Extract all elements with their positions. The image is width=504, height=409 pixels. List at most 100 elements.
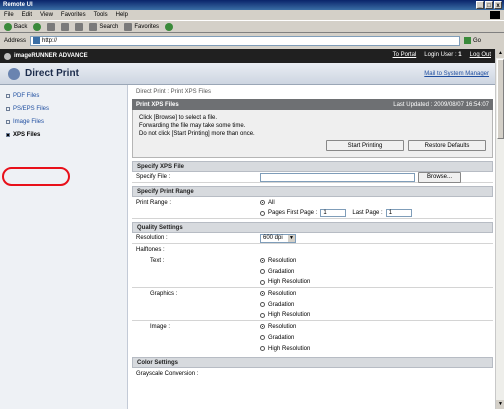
graphics-row: Graphics : Resolution xyxy=(132,288,493,299)
menu-help[interactable]: Help xyxy=(116,12,128,18)
page-title: Direct Print xyxy=(25,68,79,79)
image-row: Image : Resolution xyxy=(132,321,493,332)
first-page-input[interactable]: 1 xyxy=(320,209,347,217)
sidebar-item-pdf[interactable]: PDF Files xyxy=(0,89,127,102)
stop-icon xyxy=(47,22,56,31)
quality-settings-header: Quality Settings xyxy=(132,222,493,233)
close-button[interactable]: x xyxy=(494,1,502,9)
text-label: Text : xyxy=(150,257,165,264)
chevron-down-icon: ▼ xyxy=(288,234,295,242)
favorites-button[interactable]: Favorites xyxy=(124,22,159,31)
maximize-button[interactable]: □ xyxy=(485,1,493,9)
radio-selected-icon xyxy=(260,200,265,205)
specify-file-header: Specify XPS File xyxy=(132,161,493,172)
scroll-down-icon[interactable]: ▼ xyxy=(496,400,504,409)
print-range-all-row: Print Range : All xyxy=(132,197,493,208)
print-box-title: Print XPS Files xyxy=(136,101,179,108)
last-page-label: Last Page : xyxy=(352,210,383,216)
sidebar-item-xps[interactable]: XPS Files xyxy=(0,128,127,141)
print-box-header: Print XPS Files Last Updated : 2009/08/0… xyxy=(132,99,493,110)
radio-icon xyxy=(260,335,265,340)
logout-link[interactable]: Log Out xyxy=(470,52,491,58)
image-high-resolution-radio[interactable]: High Resolution xyxy=(260,346,310,352)
address-bar: Address http:// Go xyxy=(0,34,504,47)
menu-favorites[interactable]: Favorites xyxy=(61,12,86,18)
image-gradation-row: Gradation xyxy=(132,332,493,343)
breadcrumb: Direct Print : Print XPS Files xyxy=(136,89,212,95)
last-page-input[interactable]: 1 xyxy=(385,209,412,217)
mail-to-system-manager-link[interactable]: Mail to System Manager xyxy=(424,71,489,77)
action-buttons: Start Printing Restore Defaults xyxy=(139,140,486,153)
graphics-highres-row: High Resolution xyxy=(132,310,493,321)
graphics-gradation-row: Gradation xyxy=(132,299,493,310)
portal-topbar: imageRUNNER ADVANCE To Portal Login User… xyxy=(0,49,495,63)
graphics-high-resolution-radio[interactable]: High Resolution xyxy=(260,312,310,318)
stop-button[interactable] xyxy=(47,22,56,31)
forward-button[interactable] xyxy=(33,22,42,31)
restore-defaults-button[interactable]: Restore Defaults xyxy=(408,140,486,151)
home-icon xyxy=(75,22,84,31)
vertical-scrollbar[interactable]: ▲ ▼ xyxy=(495,49,504,409)
sidebar-item-ps-eps[interactable]: PS/EPS Files xyxy=(0,102,127,115)
radio-selected-icon xyxy=(260,324,265,329)
text-high-resolution-radio[interactable]: High Resolution xyxy=(260,279,310,285)
radio-icon xyxy=(260,279,265,285)
print-range-all-radio[interactable]: All xyxy=(260,200,275,206)
search-button[interactable]: Search xyxy=(89,22,118,31)
grayscale-label: Grayscale Conversion : xyxy=(136,370,199,377)
refresh-icon xyxy=(61,22,70,31)
image-resolution-radio[interactable]: Resolution xyxy=(260,324,296,330)
history-button[interactable] xyxy=(165,22,174,31)
window-titlebar: Remote UI _ □ x xyxy=(0,0,504,10)
print-range-header: Specify Print Range xyxy=(132,186,493,197)
go-button[interactable]: Go xyxy=(464,37,481,44)
browser-toolbar: Back Search Favorites xyxy=(0,20,504,33)
halftones-row: Halftones : xyxy=(132,244,493,255)
menu-file[interactable]: File xyxy=(4,12,14,18)
menu-view[interactable]: View xyxy=(40,12,53,18)
menu-tools[interactable]: Tools xyxy=(94,12,108,18)
file-path-input[interactable] xyxy=(260,172,415,182)
brand-logo: imageRUNNER ADVANCE xyxy=(4,52,88,60)
graphics-resolution-radio[interactable]: Resolution xyxy=(260,291,296,297)
start-printing-button[interactable]: Start Printing xyxy=(326,140,404,151)
window-title: Remote UI xyxy=(3,2,33,8)
sidebar: PDF Files PS/EPS Files Image Files XPS F… xyxy=(0,85,128,409)
print-range-pages-radio[interactable]: Pages First Page : xyxy=(260,210,317,216)
bullet-icon xyxy=(6,106,10,111)
image-highres-row: High Resolution xyxy=(132,343,493,354)
menubar: File Edit View Favorites Tools Help xyxy=(0,10,504,20)
scroll-up-icon[interactable]: ▲ xyxy=(496,49,504,58)
go-arrow-icon xyxy=(464,37,472,44)
page-viewport: imageRUNNER ADVANCE To Portal Login User… xyxy=(0,49,504,409)
color-settings-header: Color Settings xyxy=(132,357,493,368)
back-button[interactable]: Back xyxy=(4,22,27,31)
address-label: Address xyxy=(4,37,27,44)
specify-file-label: Specify File : xyxy=(136,174,171,180)
home-button[interactable] xyxy=(75,22,84,31)
text-gradation-radio[interactable]: Gradation xyxy=(260,269,294,275)
text-gradation-row: Gradation xyxy=(132,266,493,277)
refresh-button[interactable] xyxy=(61,22,70,31)
radio-icon xyxy=(260,346,265,351)
image-gradation-radio[interactable]: Gradation xyxy=(260,335,294,341)
text-resolution-radio[interactable]: Resolution xyxy=(260,258,296,264)
address-input[interactable]: http:// xyxy=(30,35,461,46)
radio-selected-icon xyxy=(260,291,265,296)
graphics-gradation-radio[interactable]: Gradation xyxy=(260,302,294,308)
print-box: Print XPS Files Last Updated : 2009/08/0… xyxy=(132,99,493,158)
minimize-button[interactable]: _ xyxy=(476,1,484,9)
bullet-icon xyxy=(6,119,10,124)
sidebar-item-image[interactable]: Image Files xyxy=(0,115,127,128)
text-highres-row: High Resolution xyxy=(132,277,493,288)
resolution-row: Resolution : 600 dpi ▼ xyxy=(132,233,493,244)
menu-edit[interactable]: Edit xyxy=(22,12,32,18)
specify-file-value: Browse... xyxy=(260,171,462,183)
resolution-select[interactable]: 600 dpi ▼ xyxy=(260,233,296,243)
scrollbar-thumb[interactable] xyxy=(497,59,504,139)
text-row: Text : Resolution xyxy=(132,255,493,266)
radio-icon xyxy=(260,210,265,216)
to-portal-link[interactable]: To Portal xyxy=(393,52,417,58)
resolution-label: Resolution : xyxy=(136,235,168,241)
browse-button[interactable]: Browse... xyxy=(418,171,462,183)
